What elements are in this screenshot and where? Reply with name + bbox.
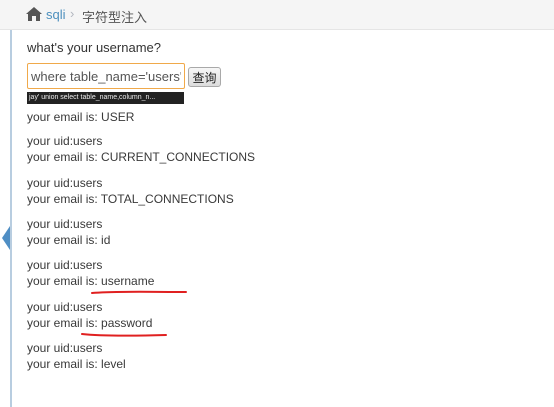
autocomplete-suggestion[interactable]: jay' union select table_name,column_n... bbox=[27, 92, 184, 104]
username-prompt: what's your username? bbox=[27, 40, 161, 55]
result-item: your uid:users your email is: TOTAL_CONN… bbox=[27, 175, 327, 207]
result-item: your email is: USER bbox=[27, 109, 327, 125]
result-email: your email is: username bbox=[27, 274, 155, 288]
sidebar-collapse-icon[interactable] bbox=[2, 226, 10, 250]
result-email: your email is: level bbox=[27, 357, 126, 371]
result-item: your uid:users your email is: level bbox=[27, 340, 327, 372]
query-button[interactable]: 查询 bbox=[188, 67, 221, 87]
breadcrumb-link-sqli[interactable]: sqli bbox=[46, 7, 66, 22]
result-email: your email is: id bbox=[27, 233, 111, 247]
result-item: your uid:users your email is: CURRENT_CO… bbox=[27, 133, 327, 165]
result-item: your uid:users your email is: username bbox=[27, 257, 327, 289]
breadcrumb-current: 字符型注入 bbox=[82, 10, 148, 25]
breadcrumb: sqli › 字符型注入 bbox=[0, 0, 554, 30]
result-uid: your uid:users bbox=[27, 258, 103, 272]
result-email: your email is: CURRENT_CONNECTIONS bbox=[27, 150, 256, 164]
result-item: your uid:users your email is: id bbox=[27, 216, 327, 248]
result-uid: your uid:users bbox=[27, 217, 103, 231]
result-item: your uid:users your email is: password bbox=[27, 299, 327, 331]
sidebar-border bbox=[10, 30, 12, 407]
result-email: your email is: TOTAL_CONNECTIONS bbox=[27, 192, 234, 206]
breadcrumb-separator-icon: › bbox=[70, 6, 75, 21]
result-email: your email is: USER bbox=[27, 110, 135, 124]
result-uid: your uid:users bbox=[27, 300, 103, 314]
result-email: your email is: password bbox=[27, 316, 153, 330]
result-uid: your uid:users bbox=[27, 134, 103, 148]
username-input[interactable] bbox=[27, 63, 185, 89]
result-uid: your uid:users bbox=[27, 341, 103, 355]
home-icon[interactable] bbox=[26, 7, 42, 21]
result-uid: your uid:users bbox=[27, 176, 103, 190]
